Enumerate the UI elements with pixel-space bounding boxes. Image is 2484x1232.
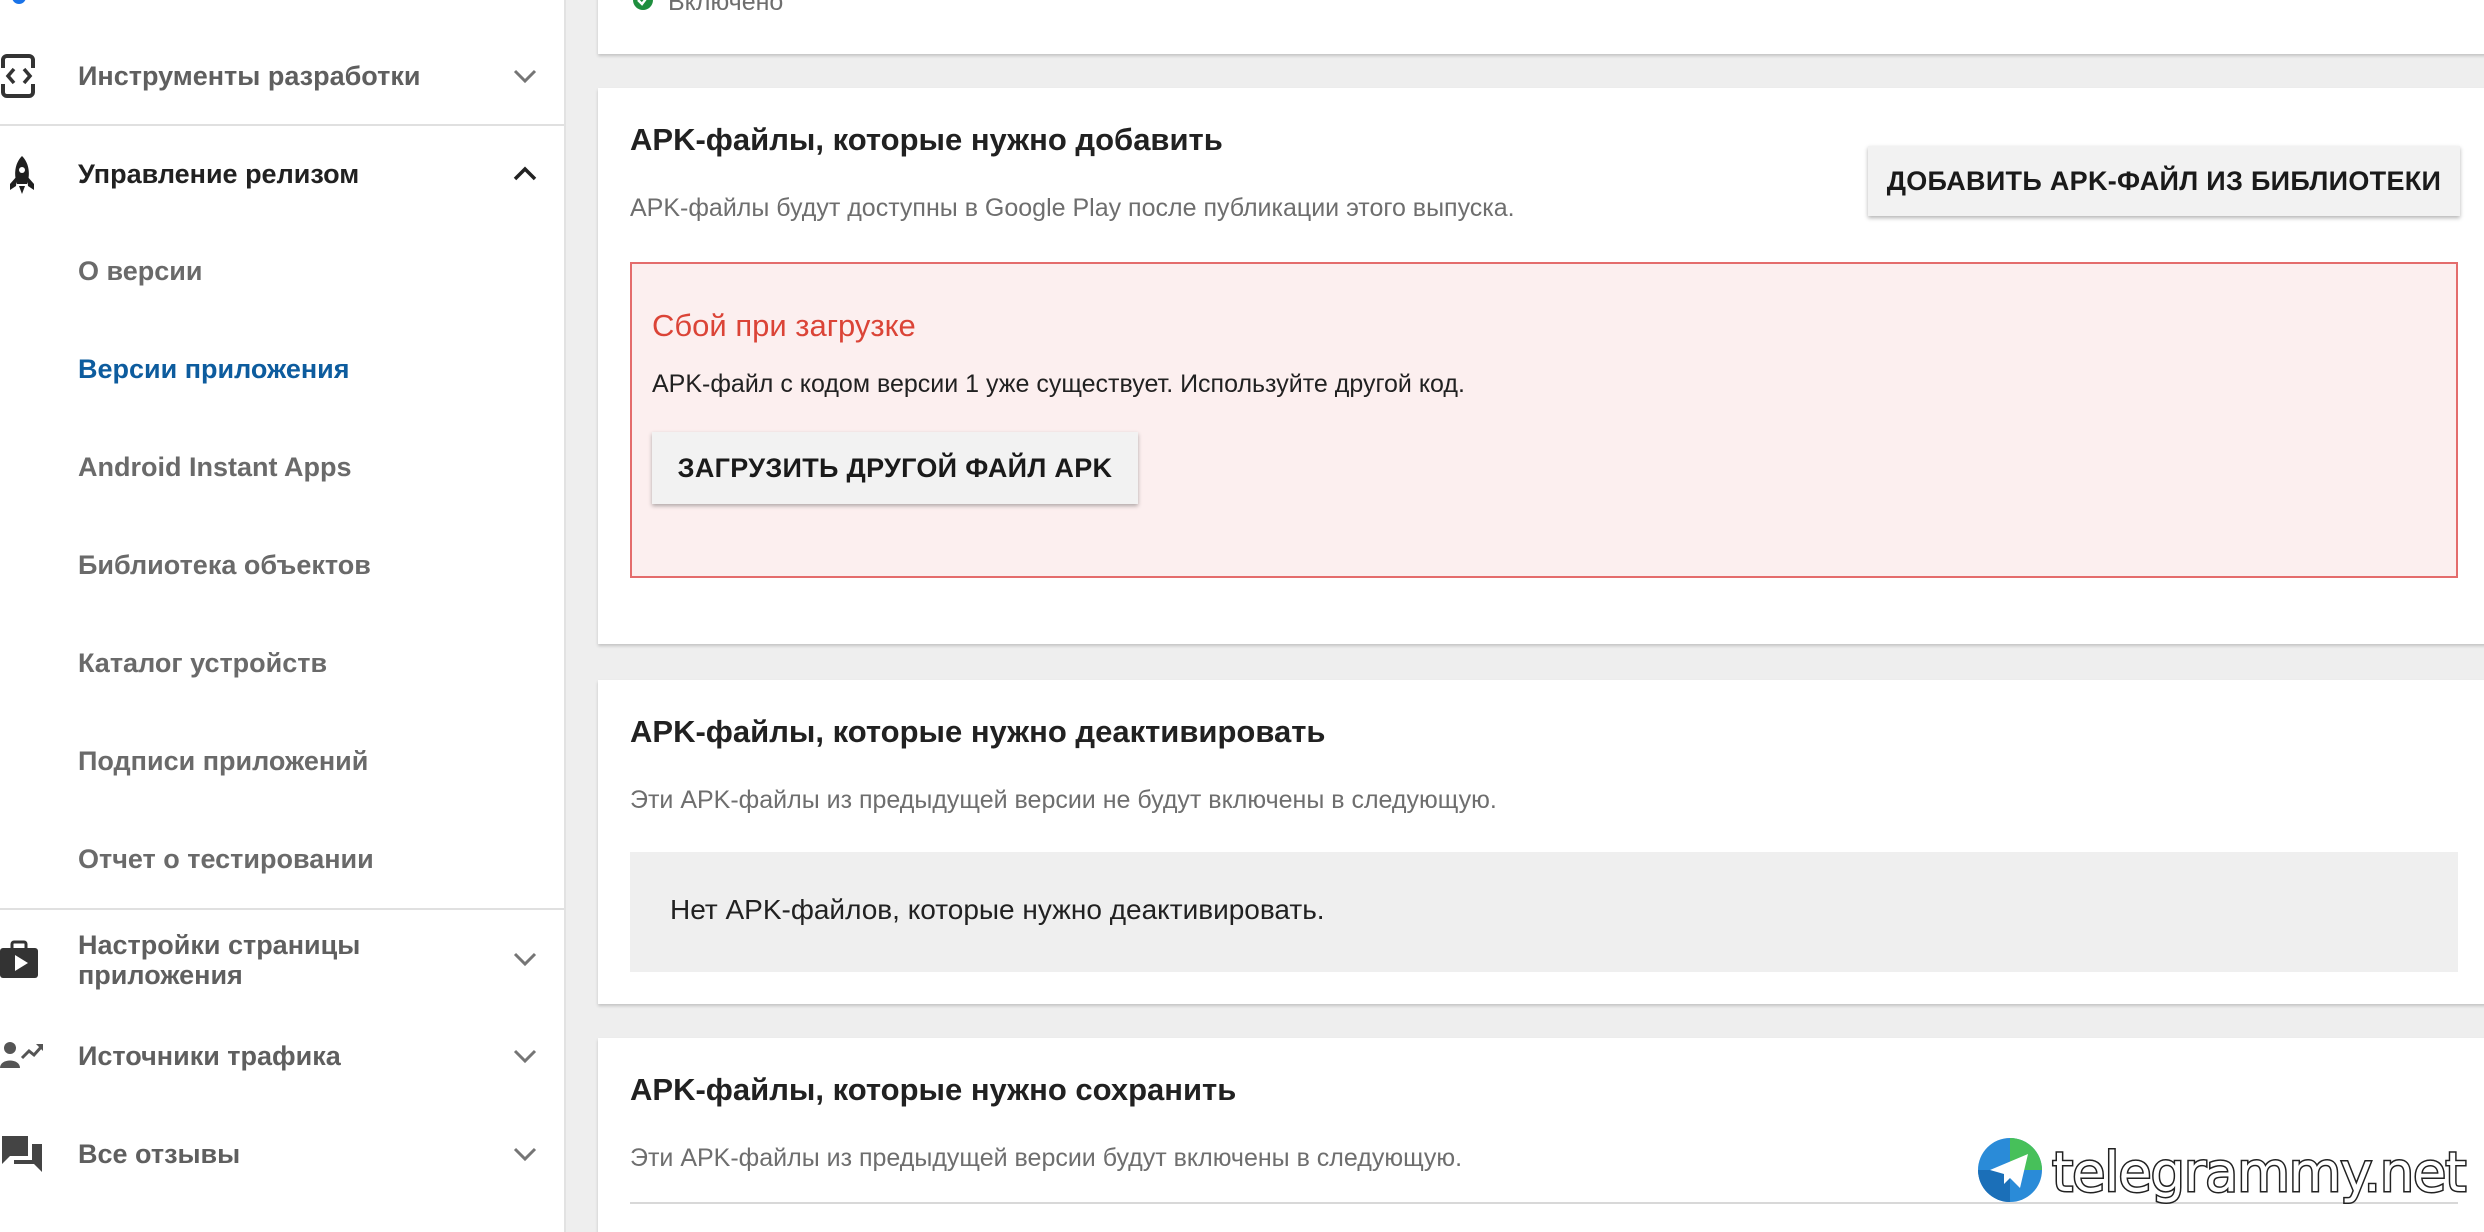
apk-deactivate-card: APK-файлы, которые нужно деактивировать … bbox=[598, 680, 2484, 1004]
sidebar-section-label: Инструменты разработки bbox=[78, 61, 421, 91]
telegram-logo-icon bbox=[1976, 1136, 2044, 1209]
status-row: Включено bbox=[632, 0, 783, 17]
sidebar-item-device-catalog[interactable]: Каталог устройств bbox=[78, 648, 327, 679]
card-title: APK-файлы, которые нужно добавить bbox=[630, 122, 1223, 157]
error-message: APK-файл с кодом версии 1 уже существует… bbox=[652, 370, 1465, 398]
upload-another-apk-button[interactable]: ЗАГРУЗИТЬ ДРУГОЙ ФАЙЛ APK bbox=[652, 432, 1138, 504]
card-title: APK-файлы, которые нужно деактивировать bbox=[630, 714, 1326, 749]
sidebar-section-label: Источники трафика bbox=[78, 1041, 341, 1071]
upload-error-box: Сбой при загрузке APK-файл с кодом верси… bbox=[630, 262, 2458, 578]
chevron-down-icon bbox=[508, 59, 542, 93]
trending-users-icon bbox=[0, 1034, 44, 1078]
watermark: telegrammy.net bbox=[1976, 1136, 2468, 1209]
empty-state-box: Нет APK-файлов, которые нужно деактивиро… bbox=[630, 852, 2458, 972]
watermark-text: telegrammy.net bbox=[2050, 1140, 2467, 1206]
label-line-2: приложения bbox=[78, 960, 243, 990]
rocket-icon bbox=[0, 154, 44, 198]
app-root: Инструменты разработки Управление релизо… bbox=[0, 0, 2484, 1232]
sidebar-section-reviews[interactable]: Все отзывы bbox=[0, 1124, 564, 1184]
sidebar-section-label: Все отзывы bbox=[78, 1139, 241, 1169]
card-description: Эти APK-файлы из предыдущей версии будут… bbox=[630, 1144, 1463, 1172]
sidebar: Инструменты разработки Управление релизо… bbox=[0, 0, 566, 1232]
store-play-icon bbox=[0, 938, 44, 982]
status-text: Включено bbox=[668, 0, 784, 16]
sidebar-section-label: Настройки страницы приложения bbox=[78, 930, 360, 990]
check-circle-icon bbox=[632, 0, 654, 16]
empty-state-text: Нет APK-файлов, которые нужно деактивиро… bbox=[670, 894, 1325, 925]
chevron-down-icon bbox=[508, 1137, 542, 1171]
sidebar-section-release[interactable]: Управление релизом bbox=[0, 144, 564, 204]
card-description: APK-файлы будут доступны в Google Play п… bbox=[630, 194, 1515, 222]
sidebar-section-dev-tools[interactable]: Инструменты разработки bbox=[0, 46, 564, 106]
sidebar-item-instant-apps[interactable]: Android Instant Apps bbox=[78, 452, 351, 483]
sidebar-item-app-signing[interactable]: Подписи приложений bbox=[78, 746, 368, 777]
add-from-library-button[interactable]: ДОБАВИТЬ APK-ФАЙЛ ИЗ БИБЛИОТЕКИ bbox=[1868, 146, 2460, 216]
sidebar-item-artifact-library[interactable]: Библиотека объектов bbox=[78, 550, 371, 581]
card-description: Эти APK-файлы из предыдущей версии не бу… bbox=[630, 786, 1497, 814]
sidebar-divider bbox=[0, 908, 564, 910]
sidebar-section-label: Управление релизом bbox=[78, 159, 360, 189]
label-line-1: Настройки страницы bbox=[78, 930, 361, 960]
sidebar-section-store-settings[interactable]: Настройки страницы приложения bbox=[0, 920, 564, 1000]
apk-add-card: APK-файлы, которые нужно добавить APK-фа… bbox=[598, 88, 2484, 644]
top-partial-icon bbox=[12, 0, 26, 4]
sidebar-item-about-version[interactable]: О версии bbox=[78, 256, 202, 287]
sidebar-divider bbox=[0, 124, 564, 126]
chat-icon bbox=[0, 1132, 44, 1176]
code-icon bbox=[0, 54, 44, 98]
chevron-down-icon bbox=[508, 1039, 542, 1073]
chevron-up-icon bbox=[508, 157, 542, 191]
sidebar-item-test-report[interactable]: Отчет о тестировании bbox=[78, 844, 374, 875]
card-title: APK-файлы, которые нужно сохранить bbox=[630, 1072, 1237, 1107]
status-card bbox=[598, 0, 2484, 54]
error-title: Сбой при загрузке bbox=[652, 308, 916, 343]
sidebar-section-traffic[interactable]: Источники трафика bbox=[0, 1026, 564, 1086]
sidebar-item-app-versions[interactable]: Версии приложения bbox=[78, 354, 350, 385]
chevron-down-icon bbox=[508, 942, 542, 976]
